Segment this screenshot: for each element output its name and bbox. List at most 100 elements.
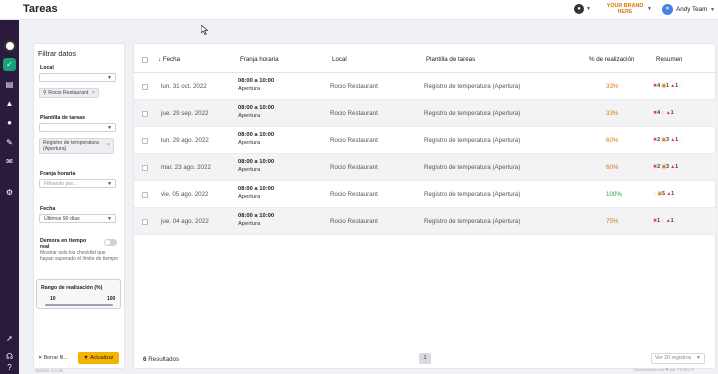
row-checkbox[interactable] bbox=[142, 165, 148, 171]
row-local: Rocio Restaurant bbox=[330, 137, 378, 144]
table-row[interactable]: jue. 04 ago. 2022 08:00 a 10:00 Apertura Ro… bbox=[134, 208, 717, 235]
summary-error-count: 4 bbox=[657, 110, 660, 116]
row-plantilla: Registro de temperatura (Apertura) bbox=[424, 191, 521, 198]
clear-filters-label: Borrar fil... bbox=[43, 355, 68, 361]
row-franja-time: 08:00 a 10:00 bbox=[238, 132, 275, 138]
plantilla-select[interactable]: ▼ bbox=[39, 123, 116, 132]
row-franja-name: Apertura bbox=[238, 86, 261, 92]
user-avatar[interactable]: ★ bbox=[662, 4, 673, 15]
table-row[interactable]: lun. 29 ago. 2022 08:00 a 10:00 Apertura Ro… bbox=[134, 127, 717, 154]
column-header-fecha[interactable]: ↓ Fecha bbox=[158, 56, 180, 63]
check-icon: ◌ bbox=[679, 83, 683, 89]
row-checkbox[interactable] bbox=[142, 138, 148, 144]
row-checkbox[interactable] bbox=[142, 111, 148, 117]
update-label: Actualizar bbox=[89, 355, 114, 361]
local-label: Local bbox=[40, 65, 54, 71]
demora-toggle[interactable] bbox=[104, 239, 117, 246]
column-header-franja[interactable]: Franja horaria bbox=[240, 56, 279, 63]
column-header-pct[interactable]: % de realización bbox=[589, 56, 634, 63]
brand-selector[interactable]: YOUR BRAND HERE bbox=[603, 3, 647, 15]
chevron-down-icon[interactable]: ▼ bbox=[710, 7, 715, 13]
results-label: Resultados bbox=[148, 356, 180, 363]
row-checkbox[interactable] bbox=[142, 219, 148, 225]
summary-comment-count: 1 bbox=[666, 83, 669, 89]
franja-select[interactable]: Filtrando por... ▼ bbox=[39, 179, 116, 188]
tasks-table: ↓ Fecha Franja horaria Local Plantilla d… bbox=[133, 43, 717, 369]
close-icon[interactable]: × bbox=[92, 90, 95, 96]
row-resumen: ✖1 ○ ▲1 ◌ bbox=[653, 218, 678, 224]
local-select[interactable]: ▼ bbox=[39, 73, 116, 82]
summary-warning-count: 1 bbox=[675, 137, 679, 143]
franja-label: Franja horaria bbox=[40, 171, 76, 177]
store-avatar-icon[interactable] bbox=[3, 40, 16, 52]
row-fecha: lun. 31 oct. 2022 bbox=[161, 83, 207, 90]
help-nav-icon[interactable]: ? bbox=[3, 361, 16, 374]
row-franja-name: Apertura bbox=[238, 140, 261, 146]
check-icon: ◌ bbox=[679, 137, 683, 143]
check-icon: ◌ bbox=[674, 218, 678, 224]
summary-warning-count: 1 bbox=[675, 164, 679, 170]
summary-warning-count: 1 bbox=[670, 218, 674, 224]
filter-icon: ▼ bbox=[83, 355, 89, 361]
row-franja-time: 08:00 a 10:00 bbox=[238, 78, 275, 84]
fecha-select[interactable]: Últimos 90 días ▼ bbox=[39, 214, 116, 223]
local-chip[interactable]: ⚲ Rocio Restaurant × bbox=[39, 88, 99, 98]
plantilla-label: Plantilla de tareas bbox=[40, 115, 86, 121]
page-1-button[interactable]: 1 bbox=[419, 353, 431, 364]
update-button[interactable]: ▼ Actualizar bbox=[78, 352, 119, 364]
users-nav-icon[interactable]: ● bbox=[3, 116, 16, 129]
row-pct: 60% bbox=[606, 164, 619, 171]
chevron-down-icon[interactable]: ▼ bbox=[647, 6, 652, 12]
user-name[interactable]: Andy Team bbox=[676, 6, 707, 13]
summary-warning-count: 1 bbox=[671, 191, 675, 197]
check-icon: ◌ bbox=[674, 110, 678, 116]
tools-nav-icon[interactable]: ✎ bbox=[3, 136, 16, 149]
table-row[interactable]: mar. 23 ago. 2022 08:00 a 10:00 Apertura Ro… bbox=[134, 154, 717, 181]
empty-icon: ○ bbox=[661, 110, 665, 116]
summary-comment-count: 3 bbox=[666, 164, 669, 170]
per-page-select[interactable]: Ver 20 registros ▼ bbox=[651, 353, 705, 364]
table-row[interactable]: vie. 05 ago. 2022 08:00 a 10:00 Apertura Ro… bbox=[134, 181, 717, 208]
row-checkbox[interactable] bbox=[142, 192, 148, 198]
row-resumen: ✖2 ▣3 ▲1 ◌ bbox=[653, 137, 682, 143]
table-row[interactable]: jue. 29 sep. 2022 08:00 a 10:00 Apertura Ro… bbox=[134, 100, 717, 127]
column-header-resumen[interactable]: Resumen bbox=[656, 56, 682, 63]
table-row[interactable]: lun. 31 oct. 2022 08:00 a 10:00 Apertura Ro… bbox=[134, 73, 717, 100]
row-checkbox[interactable] bbox=[142, 84, 148, 90]
summary-comment-count: 5 bbox=[662, 191, 665, 197]
close-icon[interactable]: × bbox=[107, 142, 110, 148]
column-header-local[interactable]: Local bbox=[332, 56, 347, 63]
notifications-icon[interactable]: ● bbox=[574, 4, 584, 14]
sort-arrow-icon: ↓ bbox=[158, 56, 162, 63]
row-franja-time: 08:00 a 10:00 bbox=[238, 159, 275, 165]
row-local: Rocio Restaurant bbox=[330, 191, 378, 198]
top-header: Tareas ● ▼ YOUR BRAND HERE ▼ ★ Andy Team… bbox=[0, 0, 718, 20]
rocket-nav-icon[interactable]: ➚ bbox=[3, 332, 16, 345]
summary-error-count: 2 bbox=[657, 137, 660, 143]
settings-nav-icon[interactable]: ⚙ bbox=[3, 186, 16, 199]
row-fecha: mar. 23 ago. 2022 bbox=[161, 164, 211, 171]
row-franja-name: Apertura bbox=[238, 167, 261, 173]
tasks-nav-icon[interactable]: ✓ bbox=[3, 58, 16, 71]
select-all-checkbox[interactable] bbox=[142, 57, 148, 63]
local-chip-label: Rocio Restaurant bbox=[48, 90, 89, 96]
alert-nav-icon[interactable]: ▲ bbox=[3, 97, 16, 110]
row-plantilla: Registro de temperatura (Apertura) bbox=[424, 110, 521, 117]
column-header-plantilla[interactable]: Plantilla de tareas bbox=[426, 56, 475, 63]
plantilla-chip[interactable]: Registro de temperatura (Apertura) × bbox=[39, 138, 114, 154]
range-max: 100 bbox=[107, 296, 116, 302]
row-plantilla: Registro de temperatura (Apertura) bbox=[424, 137, 521, 144]
range-slider[interactable] bbox=[45, 304, 113, 306]
summary-warning-count: 1 bbox=[670, 110, 674, 116]
chevron-down-icon[interactable]: ▼ bbox=[586, 6, 591, 12]
row-plantilla: Registro de temperatura (Apertura) bbox=[424, 218, 521, 225]
row-franja-name: Apertura bbox=[238, 194, 261, 200]
fecha-value: Últimos 90 días bbox=[44, 216, 80, 222]
clear-filters-button[interactable]: ✕ Borrar fil... bbox=[38, 355, 68, 361]
clipboard-nav-icon[interactable]: ▤ bbox=[3, 78, 16, 91]
empty-icon: ○ bbox=[653, 191, 657, 197]
chat-nav-icon[interactable]: ✉ bbox=[3, 155, 16, 168]
range-min: 10 bbox=[50, 296, 56, 302]
plantilla-chip-line2: (Apertura) bbox=[43, 146, 67, 152]
franja-placeholder: Filtrando por... bbox=[44, 181, 78, 187]
